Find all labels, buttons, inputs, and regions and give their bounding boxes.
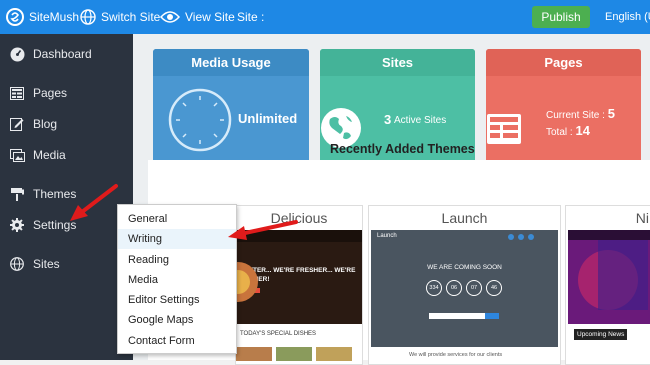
current-site-value: 5 bbox=[607, 106, 615, 121]
theme-card-delicious[interactable]: Delicious BETTER... WE'RE FRESHER... WE'… bbox=[235, 205, 363, 365]
theme-preview: BETTER... WE'RE FRESHER... WE'RE TASTIER… bbox=[236, 230, 362, 324]
subscribe-button bbox=[485, 313, 499, 319]
food-icon bbox=[236, 260, 260, 309]
settings-dropdown-menu: General Writing Reading Media Editor Set… bbox=[117, 204, 237, 354]
blog-icon bbox=[9, 116, 25, 132]
sidebar-item-label: Blog bbox=[33, 117, 58, 131]
sidebar-item-label: Settings bbox=[33, 218, 77, 232]
social-icons bbox=[508, 234, 548, 242]
media-usage-value: Unlimited bbox=[238, 111, 298, 126]
subscribe-field bbox=[429, 313, 485, 319]
active-sites-count: 3 bbox=[384, 112, 392, 127]
menu-item-general[interactable]: General bbox=[118, 209, 236, 229]
dish-thumbnails bbox=[236, 347, 362, 361]
themes-icon bbox=[9, 186, 25, 202]
switch-site-label: Switch Site bbox=[101, 10, 161, 24]
sidebar-item-label: Media bbox=[33, 148, 66, 162]
globe-icon bbox=[9, 256, 25, 272]
current-site-label: Current Site : bbox=[546, 110, 605, 121]
gear-icon bbox=[9, 217, 25, 233]
sidebar-item-label: Themes bbox=[33, 187, 77, 201]
preview-footer-text: We will provide services for our clients bbox=[409, 352, 503, 358]
recent-themes-title: Recently Added Themes bbox=[330, 142, 475, 156]
sidebar-item-media[interactable]: Media bbox=[0, 142, 133, 168]
sidebar-item-settings[interactable]: Settings bbox=[0, 212, 133, 238]
preview-logo: Launch bbox=[377, 233, 397, 239]
globe-icon bbox=[80, 9, 96, 25]
theme-preview: Launch WE ARE COMING SOON 334 06 07 46 bbox=[371, 230, 558, 347]
active-sites-label: Active Sites bbox=[394, 115, 447, 126]
theme-name: Ni bbox=[635, 210, 649, 226]
pages-icon bbox=[9, 85, 25, 101]
menu-item-contact-form[interactable]: Contact Form bbox=[118, 331, 236, 351]
dashboard-icon bbox=[9, 46, 25, 62]
sidebar-item-label: Pages bbox=[33, 86, 68, 100]
sidebar-item-sites[interactable]: Sites bbox=[0, 251, 133, 277]
countdown: 334 06 07 46 bbox=[426, 280, 502, 296]
theme-name: Delicious bbox=[270, 210, 328, 226]
view-site-label: View Site bbox=[185, 10, 235, 24]
menu-item-writing[interactable]: Writing bbox=[118, 229, 236, 249]
brand-name: SiteMush bbox=[29, 10, 80, 24]
countdown-item: 07 bbox=[466, 280, 482, 296]
theme-card-third[interactable]: Ni Upcoming News bbox=[565, 205, 650, 365]
top-bar: SiteMush Switch Site View Site Site : Pu… bbox=[0, 0, 650, 34]
preview-section-title: TODAY'S SPECIAL DISHES bbox=[240, 331, 317, 337]
preview-section-title: Upcoming News bbox=[574, 329, 628, 340]
preview-nav bbox=[236, 230, 362, 242]
sitemush-logo-icon bbox=[6, 8, 24, 26]
coming-soon-text: WE ARE COMING SOON bbox=[427, 264, 502, 271]
menu-item-media[interactable]: Media bbox=[118, 270, 236, 290]
pages-icon bbox=[486, 113, 522, 150]
sidebar-item-themes[interactable]: Themes bbox=[0, 181, 133, 207]
total-value: 14 bbox=[575, 123, 590, 138]
countdown-item: 46 bbox=[486, 280, 502, 296]
sidebar-item-pages[interactable]: Pages bbox=[0, 80, 133, 106]
current-site-row: Current Site : 5 bbox=[546, 106, 615, 121]
brand-logo[interactable]: SiteMush bbox=[6, 0, 79, 34]
sidebar-item-label: Dashboard bbox=[33, 47, 92, 61]
countdown-item: 334 bbox=[426, 280, 442, 296]
language-selector[interactable]: English (U bbox=[605, 0, 650, 34]
site-label: Site : bbox=[237, 10, 265, 24]
eye-icon bbox=[160, 10, 180, 24]
theme-card-launch[interactable]: Launch Launch WE ARE COMING SOON 334 06 … bbox=[368, 205, 561, 365]
total-label: Total : bbox=[546, 127, 573, 138]
card-title: Media Usage bbox=[153, 49, 309, 76]
media-icon bbox=[9, 147, 25, 163]
sidebar-item-label: Sites bbox=[33, 257, 60, 271]
sidebar: Dashboard Pages Blog Media Themes Settin… bbox=[0, 34, 133, 360]
view-site-button[interactable]: View Site bbox=[160, 0, 235, 34]
total-row: Total : 14 bbox=[546, 123, 590, 138]
switch-site-button[interactable]: Switch Site bbox=[80, 0, 160, 34]
theme-preview bbox=[568, 230, 650, 324]
sidebar-item-dashboard[interactable]: Dashboard bbox=[0, 41, 133, 67]
sidebar-item-blog[interactable]: Blog bbox=[0, 111, 133, 137]
meter-icon bbox=[167, 87, 233, 158]
menu-item-reading[interactable]: Reading bbox=[118, 250, 236, 270]
countdown-item: 06 bbox=[446, 280, 462, 296]
menu-item-google-maps[interactable]: Google Maps bbox=[118, 310, 236, 330]
card-title: Pages bbox=[486, 49, 641, 76]
card-title: Sites bbox=[320, 49, 475, 76]
menu-item-editor-settings[interactable]: Editor Settings bbox=[118, 290, 236, 310]
theme-name: Launch bbox=[441, 210, 488, 226]
publish-button[interactable]: Publish bbox=[532, 6, 590, 28]
